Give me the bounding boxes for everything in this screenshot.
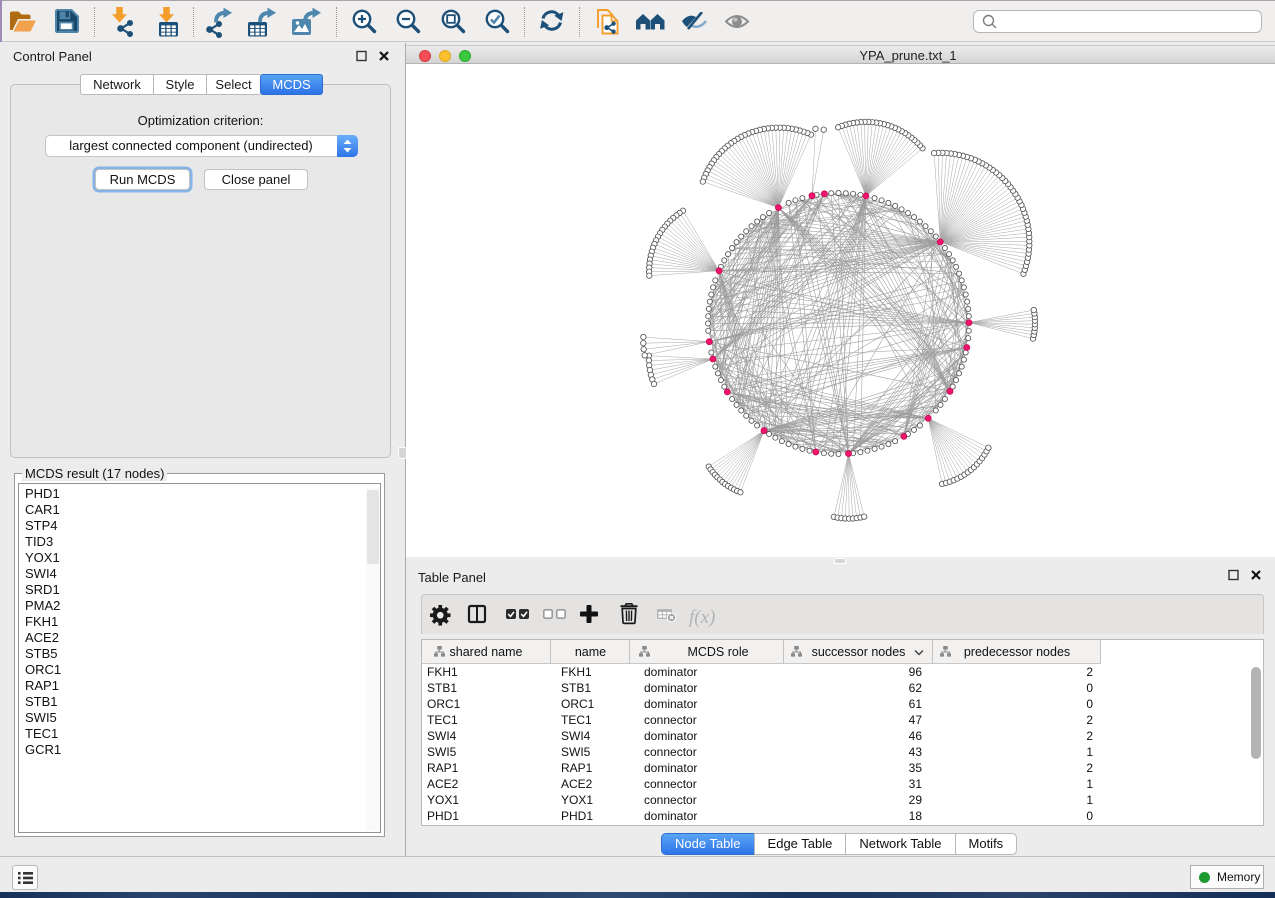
svg-text:f(x): f(x) xyxy=(689,607,715,628)
